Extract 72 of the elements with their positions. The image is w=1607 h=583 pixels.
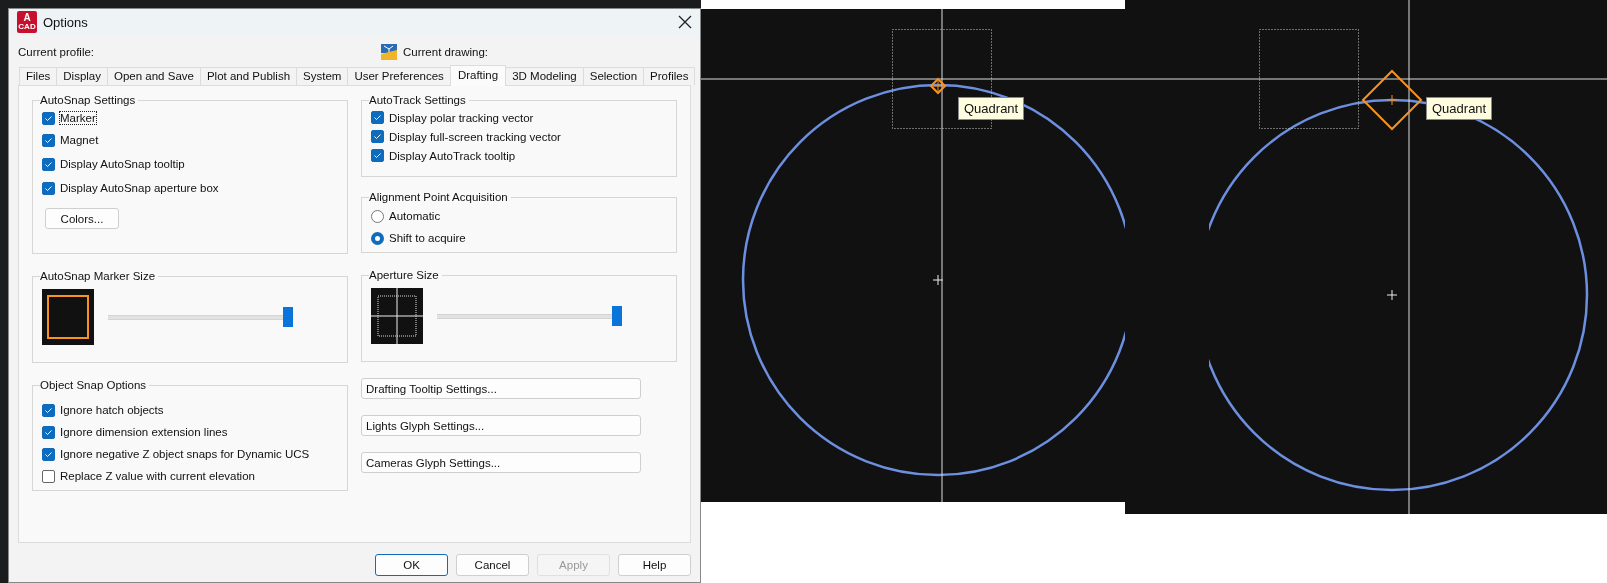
tab[interactable]: System — [296, 67, 349, 85]
group-title: Aperture Size — [369, 269, 440, 281]
marker-preview-icon — [42, 289, 94, 345]
tab[interactable]: Drafting — [449, 65, 507, 86]
checkbox[interactable] — [42, 157, 55, 171]
center-mark-icon — [1386, 289, 1398, 301]
group-title: Alignment Point Acquisition — [369, 191, 509, 203]
checkmark-icon — [373, 151, 382, 160]
settings-button[interactable]: Lights Glyph Settings... — [361, 415, 641, 436]
settings-button[interactable]: Drafting Tooltip Settings... — [361, 378, 641, 399]
checkbox-label[interactable]: Marker — [60, 112, 96, 124]
checkbox[interactable] — [371, 111, 384, 124]
radio-label[interactable]: Automatic — [389, 210, 441, 222]
checkbox-label[interactable]: Ignore hatch objects — [60, 404, 164, 416]
checkmark-icon — [44, 449, 53, 459]
group-title: AutoSnap Settings — [40, 94, 137, 106]
settings-button[interactable]: Cameras Glyph Settings... — [361, 452, 641, 473]
tab[interactable]: Open and Save — [107, 67, 201, 85]
radio-button[interactable] — [371, 231, 384, 245]
dialog-button[interactable]: OK — [375, 554, 448, 576]
tab[interactable]: 3D Modeling — [505, 67, 584, 85]
group-title: AutoSnap Marker Size — [40, 270, 157, 282]
checkmark-icon — [44, 159, 53, 169]
slider-thumb[interactable] — [283, 307, 293, 327]
window-title: Options — [43, 14, 88, 30]
dialog-button[interactable]: Help — [618, 554, 691, 576]
checkmark-icon — [44, 427, 53, 437]
drawing-canvas[interactable] — [701, 9, 1125, 502]
radio-label[interactable]: Shift to acquire — [389, 232, 466, 244]
checkbox-label[interactable]: Display full-screen tracking vector — [389, 130, 561, 143]
checkmark-icon — [373, 132, 382, 141]
close-icon[interactable] — [678, 15, 692, 29]
group-title: AutoTrack Settings — [369, 94, 467, 106]
dialog-button[interactable]: Cancel — [456, 554, 529, 576]
checkbox-label[interactable]: Display AutoSnap tooltip — [60, 158, 185, 170]
colors-button[interactable]: Colors... — [45, 208, 119, 229]
checkbox[interactable] — [371, 149, 384, 162]
current-drawing-label: Current drawing: — [403, 46, 488, 58]
slider-thumb[interactable] — [612, 306, 622, 326]
aperture-preview-icon — [371, 288, 423, 344]
checkbox[interactable] — [42, 425, 55, 439]
checkbox[interactable] — [42, 447, 55, 461]
checkmark-icon — [373, 113, 382, 122]
checkmark-icon — [44, 183, 53, 193]
checkbox[interactable] — [371, 130, 384, 143]
tab[interactable]: Profiles — [643, 67, 696, 85]
center-mark-icon — [932, 274, 944, 286]
group-title: Object Snap Options — [40, 379, 148, 391]
checkmark-icon — [44, 405, 53, 415]
tab[interactable]: Display — [56, 67, 108, 85]
checkmark-icon — [44, 113, 53, 123]
checkbox[interactable] — [42, 469, 55, 483]
checkbox[interactable] — [42, 181, 55, 195]
checkbox-label[interactable]: Magnet — [60, 134, 99, 146]
tooltip: Quadrant — [958, 97, 1025, 120]
app-icon: A CAD — [17, 11, 37, 33]
checkbox-label[interactable]: Ignore dimension extension lines — [60, 426, 228, 438]
checkbox-label[interactable]: Display polar tracking vector — [389, 111, 534, 124]
checkbox-label[interactable]: Ignore negative Z object snaps for Dynamic UCS — [60, 448, 310, 460]
drawing-canvas[interactable] — [1125, 0, 1607, 514]
checkbox[interactable] — [42, 111, 55, 125]
tab[interactable]: Files — [19, 67, 58, 85]
checkbox-label[interactable]: Display AutoSnap aperture box — [60, 182, 219, 194]
drawing-icon — [381, 44, 397, 60]
checkbox[interactable] — [42, 403, 55, 417]
checkbox[interactable] — [42, 133, 55, 147]
current-profile-label: Current profile: — [18, 46, 96, 58]
radio-button[interactable] — [371, 209, 384, 223]
tooltip: Quadrant — [1426, 97, 1493, 120]
checkbox-label[interactable]: Display AutoTrack tooltip — [389, 149, 516, 162]
checkmark-icon — [44, 135, 53, 145]
checkbox-label[interactable]: Replace Z value with current elevation — [60, 470, 255, 482]
